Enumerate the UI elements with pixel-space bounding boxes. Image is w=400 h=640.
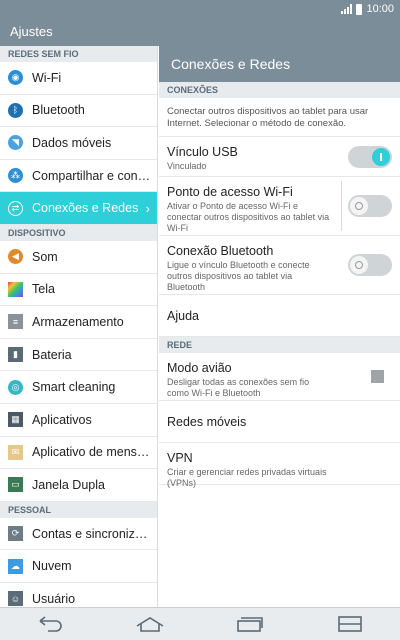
sidebar-item-accounts[interactable]: ⟳ Contas e sincroniza… — [0, 518, 157, 551]
sidebar-item-messaging[interactable]: ✉ Aplicativo de mens… — [0, 437, 157, 470]
connections-description: Conectar outros dispositivos ao tablet p… — [159, 98, 400, 137]
sidebar-item-share[interactable]: ⁂ Compartilhar e con… — [0, 160, 157, 193]
cloud-icon: ☁ — [8, 558, 23, 574]
home-icon — [136, 617, 164, 632]
sidebar-item-display[interactable]: Tela — [0, 274, 157, 307]
airplane-mode-checkbox[interactable] — [371, 369, 384, 383]
bluetooth-tethering-toggle[interactable] — [348, 254, 392, 276]
help-row[interactable]: Ajuda — [159, 295, 400, 337]
dual-window-button[interactable] — [330, 612, 370, 636]
vpn-row[interactable]: VPN Criar e gerenciar redes privadas vir… — [159, 443, 400, 488]
app-title: Ajustes — [0, 18, 400, 46]
back-icon — [39, 616, 62, 632]
storage-icon: ≡ — [8, 314, 23, 330]
airplane-mode-row[interactable]: Modo avião Desligar todas as conexões se… — [159, 353, 400, 401]
sidebar-item-cloud[interactable]: ☁ Nuvem — [0, 550, 157, 583]
sidebar-item-dual-window[interactable]: ▭ Janela Dupla — [0, 469, 157, 502]
section-header-device: DISPOSITIVO — [0, 224, 157, 241]
user-icon: ☺ — [8, 591, 23, 607]
panel-title: Conexões e Redes — [159, 46, 400, 82]
sidebar-item-apps[interactable]: ▦ Aplicativos — [0, 404, 157, 437]
recent-apps-button[interactable] — [230, 612, 270, 636]
sidebar-item-storage[interactable]: ≡ Armazenamento — [0, 306, 157, 339]
airplane-mode-description: Desligar todas as conexões sem fio como … — [167, 377, 310, 398]
usb-tethering-toggle[interactable] — [348, 145, 392, 168]
sidebar-item-wifi[interactable]: ◉ Wi-Fi — [0, 62, 157, 95]
home-button[interactable] — [130, 612, 170, 636]
signal-icon — [341, 4, 353, 14]
status-bar: 10:00 — [0, 0, 400, 18]
dual-window-icon — [338, 616, 362, 632]
status-time: 10:00 — [366, 3, 394, 15]
sidebar-item-bluetooth[interactable]: ᛒ Bluetooth — [0, 95, 157, 128]
usb-tethering-row[interactable]: Vínculo USB Vinculado — [159, 137, 400, 177]
wifi-hotspot-toggle[interactable] — [348, 195, 392, 217]
navigation-bar — [0, 607, 400, 640]
settings-category-list: REDES SEM FIO ◉ Wi-Fi ᛒ Bluetooth ◥ Dados m… — [0, 46, 158, 607]
share-icon: ⁂ — [8, 168, 23, 184]
help-label: Ajuda — [167, 308, 199, 323]
sound-icon: ◀ — [8, 249, 23, 265]
chevron-right-icon: › — [145, 201, 150, 217]
sidebar-item-mobile-data[interactable]: ◥ Dados móveis — [0, 127, 157, 160]
recent-apps-icon — [237, 617, 263, 632]
display-icon — [8, 281, 23, 297]
detail-panel: Conexões e Redes CONEXÕES Conectar outro… — [159, 46, 400, 607]
accounts-icon: ⟳ — [8, 526, 23, 542]
section-header-network: REDE — [159, 337, 400, 353]
sidebar-item-battery[interactable]: ▮ Bateria — [0, 339, 157, 372]
apps-icon: ▦ — [8, 412, 23, 428]
sidebar-item-sound[interactable]: ◀ Som — [0, 241, 157, 274]
sidebar-item-connections[interactable]: ⇄ Conexões e Redes › — [0, 192, 157, 225]
mobile-data-icon: ◥ — [8, 135, 23, 151]
connections-icon: ⇄ — [8, 200, 23, 216]
sidebar-item-user[interactable]: ☺ Usuário — [0, 583, 157, 607]
messaging-icon: ✉ — [8, 444, 23, 460]
toggle-knob — [350, 197, 368, 215]
bluetooth-tethering-row[interactable]: Conexão Bluetooth Ligue o vínculo Blueto… — [159, 236, 400, 295]
vpn-description: Criar e gerenciar redes privadas virtuai… — [167, 467, 327, 488]
vpn-title: VPN — [167, 451, 193, 465]
toggle-knob — [372, 147, 390, 166]
section-header-personal: PESSOAL — [0, 501, 157, 518]
sidebar-item-smart-cleaning[interactable]: ◎ Smart cleaning — [0, 371, 157, 404]
mobile-networks-row[interactable]: Redes móveis — [159, 401, 400, 443]
battery-icon: ▮ — [8, 347, 23, 363]
section-header-connections: CONEXÕES — [159, 82, 400, 98]
section-header-wireless: REDES SEM FIO — [0, 46, 157, 62]
divider — [341, 181, 342, 231]
wifi-hotspot-row[interactable]: Ponto de acesso Wi-Fi Ativar o Ponto de … — [159, 177, 400, 236]
wifi-icon: ◉ — [8, 70, 23, 86]
smart-cleaning-icon: ◎ — [8, 379, 23, 395]
back-button[interactable] — [30, 612, 70, 636]
toggle-knob — [350, 256, 368, 274]
airplane-mode-title: Modo avião — [167, 361, 232, 375]
dual-window-icon: ▭ — [8, 477, 23, 493]
battery-status-icon — [356, 3, 363, 15]
bluetooth-icon: ᛒ — [8, 102, 23, 118]
mobile-networks-label: Redes móveis — [167, 414, 247, 429]
